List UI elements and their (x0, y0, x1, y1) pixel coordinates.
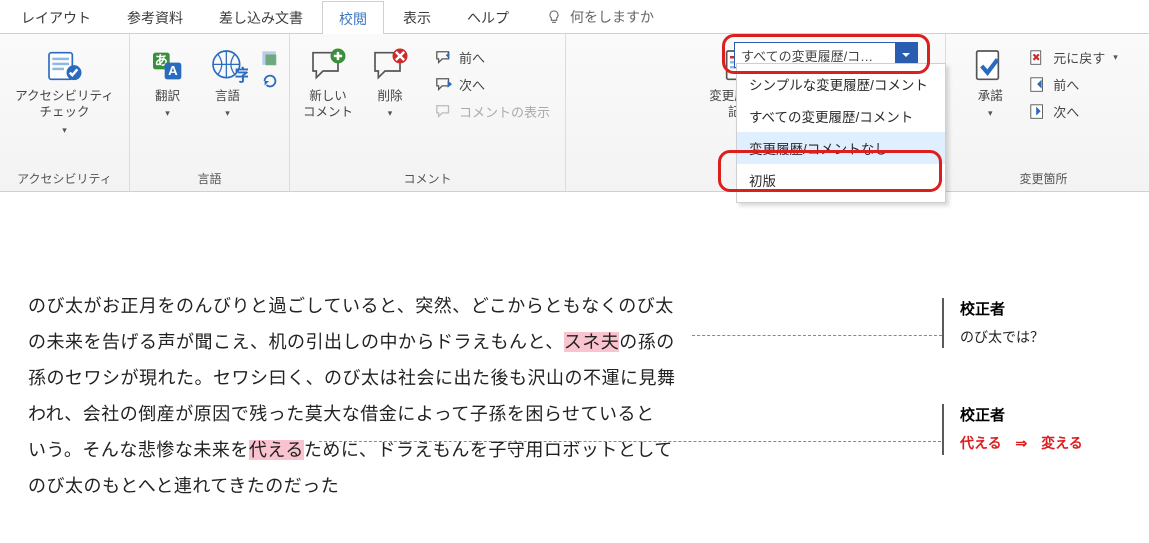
tab-review[interactable]: 校閲 (322, 1, 384, 35)
next-comment-button[interactable]: 次へ (429, 73, 556, 96)
next-change-icon (1029, 103, 1047, 121)
text-line: の未来を告げる声が聞こえ、机の引出しの中からドラえもんと、スネ夫の孫の (28, 324, 930, 360)
comment-author: 校正者 (960, 404, 1083, 428)
tracked-insertion: 代える (249, 440, 304, 460)
text-line: いう。そんな悲惨な未来を代えるために、ドラえもんを子守用ロボットとして (28, 432, 930, 468)
reject-change-button[interactable]: 元に戻す ▾ (1023, 46, 1124, 69)
dropdown-caret-icon: ▾ (388, 108, 393, 119)
next-comment-icon (435, 76, 453, 94)
dropdown-caret-icon: ▾ (62, 125, 67, 136)
translate-button[interactable]: あ A 翻訳 ▾ (141, 40, 195, 125)
document-body[interactable]: のび太がお正月をのんびりと過ごしていると、突然、どこからともなくのび太 の未来を… (0, 288, 930, 504)
tracked-insertion: スネ夫 (564, 332, 620, 352)
language-button[interactable]: 字 言語 ▾ (201, 40, 255, 125)
refresh-icon[interactable] (261, 72, 279, 90)
next-change-button[interactable]: 次へ (1023, 100, 1124, 123)
combo-option-all[interactable]: すべての変更履歴/コメント (737, 100, 945, 132)
accept-icon (970, 46, 1010, 86)
comment-balloon[interactable]: 校正者 代える ⇒ 変える (942, 404, 1083, 454)
comment-balloon[interactable]: 校正者 のび太では？ (942, 298, 1083, 348)
text-line: われ、会社の倒産が原因で残った莫大な借金によって子孫を困らせていると (28, 396, 930, 432)
comments-pane: 校正者 のび太では？ 校正者 代える ⇒ 変える (942, 288, 1083, 504)
translate-icon: あ A (148, 46, 188, 86)
comment-author: 校正者 (960, 298, 1083, 322)
text-line: のび太がお正月をのんびりと過ごしていると、突然、どこからともなくのび太 (28, 288, 930, 324)
svg-text:A: A (168, 63, 178, 78)
group-label-language: 言語 (197, 165, 221, 189)
previous-change-button[interactable]: 前へ (1023, 73, 1124, 96)
dropdown-caret-icon: ▾ (988, 108, 993, 119)
delete-comment-button[interactable]: 削除 ▾ (363, 40, 417, 125)
chevron-down-icon (901, 50, 911, 60)
prev-change-icon (1029, 76, 1047, 94)
comment-connector-line (692, 335, 942, 336)
language-icon: 字 (208, 46, 248, 86)
tab-layout[interactable]: レイアウト (4, 0, 108, 34)
accessibility-icon (44, 46, 84, 86)
tell-me-placeholder: 何をしますか (570, 7, 654, 27)
comment-body: 代える ⇒ 変える (960, 432, 1083, 454)
update-input-icon[interactable] (261, 50, 279, 68)
reject-icon (1029, 49, 1047, 67)
accept-change-button[interactable]: 承諾 ▾ (963, 40, 1017, 125)
comment-connector-line (319, 441, 941, 442)
tab-references[interactable]: 参考資料 (110, 0, 200, 34)
group-label-changes: 変更箇所 (1019, 165, 1067, 189)
document-area: のび太がお正月をのんびりと過ごしていると、突然、どこからともなくのび太 の未来を… (0, 192, 1149, 504)
group-label-comment: コメント (403, 165, 451, 189)
accessibility-check-button[interactable]: アクセシビリティ チェック ▾ (11, 40, 118, 142)
combo-option-original[interactable]: 初版 (737, 164, 945, 196)
new-comment-button[interactable]: 新しい コメント (299, 40, 357, 127)
group-label-accessibility: アクセシビリティ (17, 165, 112, 189)
comment-body: のび太では？ (960, 326, 1083, 348)
prev-comment-icon (435, 49, 453, 67)
tab-view[interactable]: 表示 (386, 0, 448, 34)
dropdown-caret-icon: ▾ (225, 108, 230, 119)
ribbon-tabs: レイアウト 参考資料 差し込み文書 校閲 表示 ヘルプ 何をしますか (0, 0, 1149, 34)
tab-mailings[interactable]: 差し込み文書 (202, 0, 320, 34)
combo-option-none[interactable]: 変更履歴/コメントなし (737, 132, 945, 164)
dropdown-caret-icon: ▾ (165, 108, 170, 119)
delete-comment-icon (370, 46, 410, 86)
display-for-review-menu: シンプルな変更履歴/コメント すべての変更履歴/コメント 変更履歴/コメントなし… (736, 63, 946, 203)
previous-comment-button[interactable]: 前へ (429, 46, 556, 69)
svg-text:字: 字 (234, 65, 247, 85)
combo-option-simple[interactable]: シンプルな変更履歴/コメント (737, 68, 945, 100)
text-line: 孫のセワシが現れた。セワシ曰く、のび太は社会に出た後も沢山の不運に見舞 (28, 360, 930, 396)
combo-selected-text: すべての変更履歴/コ… (735, 46, 895, 65)
tell-me-search[interactable]: 何をしますか (546, 7, 654, 27)
new-comment-icon (308, 46, 348, 86)
ribbon-body: アクセシビリティ チェック ▾ アクセシビリティ あ A 翻訳 ▾ (0, 34, 1149, 192)
lightbulb-icon (546, 9, 562, 25)
show-comments-icon (435, 103, 453, 121)
show-comments-button: コメントの表示 (429, 100, 556, 123)
tab-help[interactable]: ヘルプ (450, 0, 526, 34)
text-line: のび太のもとへと連れてきたのだった (28, 468, 930, 504)
